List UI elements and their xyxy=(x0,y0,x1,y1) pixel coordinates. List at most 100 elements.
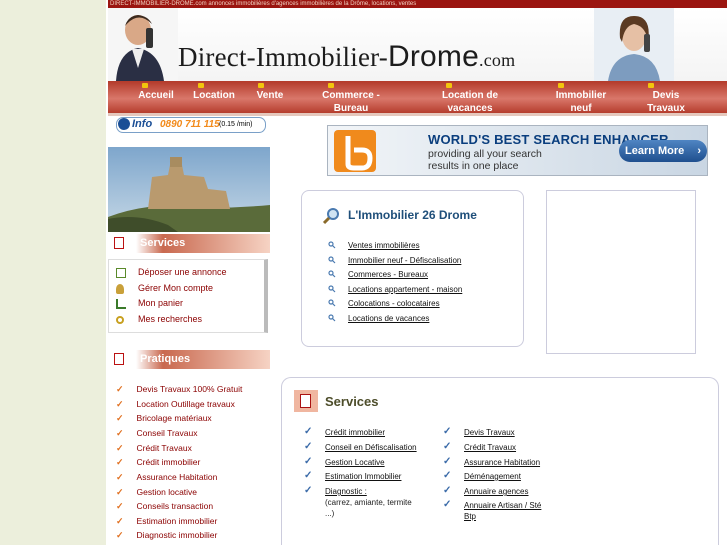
nav-location[interactable]: Location xyxy=(192,83,236,102)
search-icon xyxy=(116,315,124,324)
nav-accueil[interactable]: Accueil xyxy=(136,83,176,102)
check-icon: ✓ xyxy=(116,487,124,497)
services-link[interactable]: Crédit immobilier xyxy=(325,428,385,437)
check-icon: ✓ xyxy=(116,428,124,438)
document-icon xyxy=(114,353,124,365)
sidebar-item-deposer-annonce[interactable]: Déposer une annonce xyxy=(116,267,227,278)
check-icon: ✓ xyxy=(116,516,124,526)
nav-commerce-bureau[interactable]: Commerce - Bureau xyxy=(322,83,380,115)
check-icon: ✓ xyxy=(443,470,452,481)
site-logo[interactable]: Direct-Immobilier-Drome.com xyxy=(178,40,515,74)
services-link[interactable]: Déménagement xyxy=(464,472,521,481)
info-phone-number: 0890 711 115 xyxy=(160,119,220,130)
pratique-item[interactable]: ✓ Crédit immobilier xyxy=(116,457,200,468)
main-nav: Accueil Location Vente Commerce - Bureau … xyxy=(108,81,727,116)
info-phone-badge[interactable]: Info 0890 711 115 (0.15 /min) xyxy=(116,117,296,133)
sidebar-pratiques-title: Pratiques xyxy=(140,353,191,365)
top-seo-strip: DIRECT-IMMOBILIER-DROME.com annonces imm… xyxy=(108,0,727,8)
link-immobilier-neuf[interactable]: Immobilier neuf - Défiscalisation xyxy=(348,256,461,265)
empty-side-panel xyxy=(546,190,696,354)
drome-village-photo xyxy=(108,147,270,232)
document-icon xyxy=(294,390,318,412)
man-on-phone-photo xyxy=(108,8,178,81)
nav-devis-travaux[interactable]: Devis Travaux xyxy=(642,83,690,115)
nav-bullet-icon xyxy=(446,83,452,88)
sidebar-item-gerer-compte[interactable]: Gérer Mon compte xyxy=(116,283,213,294)
ad-banner[interactable]: WORLD'S BEST SEARCH ENHANCER providing a… xyxy=(327,125,708,176)
pratique-item[interactable]: ✓ Conseil Travaux xyxy=(116,428,198,439)
check-icon: ✓ xyxy=(443,441,452,452)
learn-more-button[interactable]: Learn More › xyxy=(619,140,707,162)
services-link[interactable]: Crédit Travaux xyxy=(464,443,516,452)
sidebar-item-mes-recherches[interactable]: Mes recherches xyxy=(116,314,202,324)
logo-prefix: Direct-Immobilier- xyxy=(178,42,388,72)
check-icon: ✓ xyxy=(116,457,124,467)
search-icon xyxy=(328,285,336,293)
logo-main: Drome xyxy=(387,40,479,73)
pratique-item[interactable]: ✓ Crédit Travaux xyxy=(116,443,192,454)
pratique-item[interactable]: ✓ Diagnostic immobilier xyxy=(116,530,217,541)
services-note: (carrez, amiante, termite xyxy=(325,498,412,507)
services-note[interactable]: Btp xyxy=(464,512,476,521)
nav-bullet-icon xyxy=(328,83,334,88)
magnifier-icon xyxy=(322,208,339,225)
link-locations-vacances[interactable]: Locations de vacances xyxy=(348,314,429,323)
nav-immobilier-neuf[interactable]: Immobilier neuf xyxy=(552,83,610,115)
nav-bullet-icon xyxy=(198,83,204,88)
nav-vente[interactable]: Vente xyxy=(252,83,288,102)
check-icon: ✓ xyxy=(116,530,124,540)
info-label: Info xyxy=(132,118,153,130)
nav-bullet-icon xyxy=(258,83,264,88)
search-icon xyxy=(328,256,336,264)
sidebar-pratiques-header: Pratiques xyxy=(108,350,270,369)
check-icon: ✓ xyxy=(116,443,124,453)
check-icon: ✓ xyxy=(304,485,313,496)
link-locations-appartement[interactable]: Locations appartement - maison xyxy=(348,285,462,294)
services-link[interactable]: Assurance Habitation xyxy=(464,458,540,467)
check-icon: ✓ xyxy=(116,384,124,394)
pratique-item[interactable]: ✓ Location Outillage travaux xyxy=(116,399,235,410)
pratique-item[interactable]: ✓ Devis Travaux 100% Gratuit xyxy=(116,384,242,395)
services-link[interactable]: Annuaire agences xyxy=(464,487,529,496)
check-icon: ✓ xyxy=(443,485,452,496)
check-icon: ✓ xyxy=(304,441,313,452)
services-note: ...) xyxy=(325,509,335,518)
services-link[interactable]: Estimation Immobilier xyxy=(325,472,401,481)
check-icon: ✓ xyxy=(116,501,124,511)
services-title: Services xyxy=(325,394,379,409)
pratique-item[interactable]: ✓ Gestion locative xyxy=(116,487,197,498)
pratique-item[interactable]: ✓ Assurance Habitation xyxy=(116,472,217,483)
sidebar-services-title: Services xyxy=(140,237,186,249)
check-icon: ✓ xyxy=(304,456,313,467)
user-icon xyxy=(116,283,124,294)
services-panel: Services ✓ Crédit immobilier ✓ Conseil e… xyxy=(281,377,719,545)
services-link[interactable]: Annuaire Artisan / Sté xyxy=(464,501,541,510)
search-icon xyxy=(328,270,336,278)
check-icon: ✓ xyxy=(443,426,452,437)
learn-more-label: Learn More xyxy=(625,145,685,157)
check-icon: ✓ xyxy=(116,399,124,409)
link-commerces-bureaux[interactable]: Commerces - Bureaux xyxy=(348,270,428,279)
pratique-item[interactable]: ✓ Conseils transaction xyxy=(116,501,213,512)
woman-on-phone-photo xyxy=(594,8,674,81)
sidebar-item-mon-panier[interactable]: Mon panier xyxy=(116,298,183,309)
search-icon xyxy=(328,241,336,249)
link-ventes-immobilieres[interactable]: Ventes immobilières xyxy=(348,241,420,250)
services-link[interactable]: Conseil en Défiscalisation xyxy=(325,443,417,452)
check-icon: ✓ xyxy=(443,499,452,510)
pratique-item[interactable]: ✓ Bricolage matériaux xyxy=(116,413,212,424)
check-icon: ✓ xyxy=(304,470,313,481)
services-link[interactable]: Devis Travaux xyxy=(464,428,515,437)
nav-bullet-icon xyxy=(142,83,148,88)
cart-icon xyxy=(116,298,126,309)
chevron-right-icon: › xyxy=(697,145,701,157)
nav-location-vacances[interactable]: Location de vacances xyxy=(440,83,500,115)
nav-bullet-icon xyxy=(648,83,654,88)
services-link[interactable]: Diagnostic : xyxy=(325,487,367,496)
pratique-item[interactable]: ✓ Estimation immobilier xyxy=(116,516,217,527)
immobilier-26-title: L'Immobilier 26 Drome xyxy=(348,208,477,222)
services-link[interactable]: Gestion Locative xyxy=(325,458,385,467)
search-enhancer-logo-icon xyxy=(334,130,376,172)
link-colocations[interactable]: Colocations - colocataires xyxy=(348,299,440,308)
check-icon: ✓ xyxy=(116,413,124,423)
